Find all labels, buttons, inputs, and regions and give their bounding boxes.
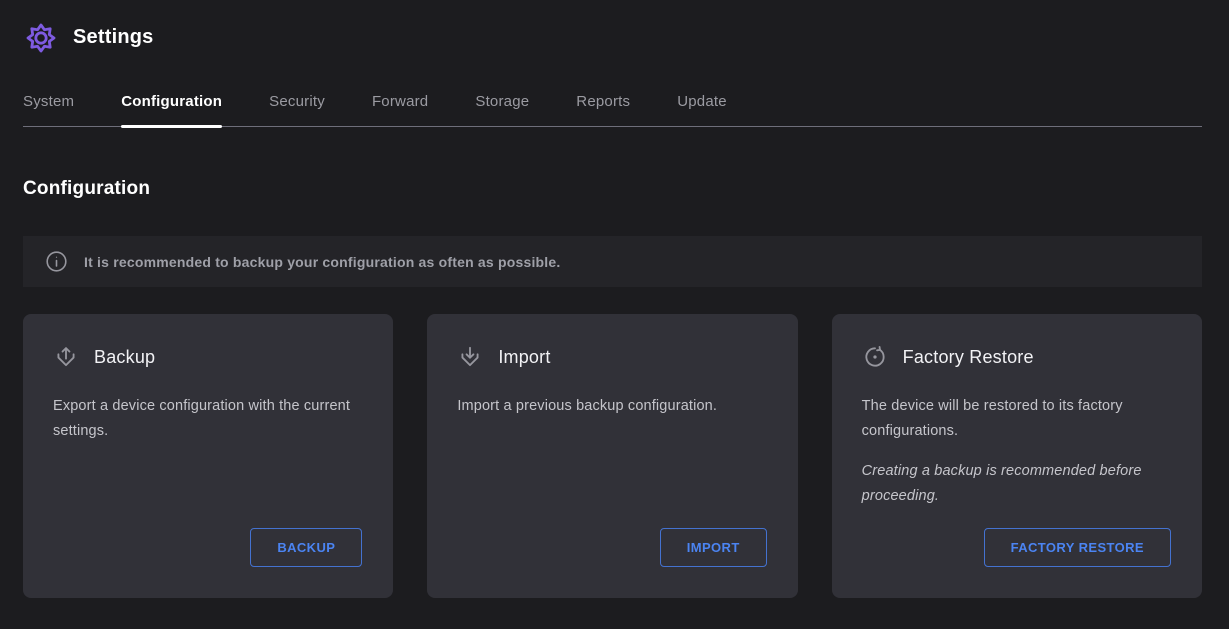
factory-restore-button[interactable]: FACTORY RESTORE: [984, 528, 1171, 567]
tab-storage[interactable]: Storage: [475, 83, 529, 126]
info-banner: It is recommended to backup your configu…: [23, 236, 1202, 287]
settings-page: Settings System Configuration Security F…: [0, 0, 1229, 598]
factory-restore-card-note: Creating a backup is recommended before …: [862, 459, 1172, 510]
factory-restore-card-description: The device will be restored to its facto…: [862, 394, 1172, 445]
settings-tab-bar: System Configuration Security Forward St…: [23, 83, 1202, 127]
factory-restore-card: Factory Restore The device will be resto…: [832, 314, 1202, 598]
tab-configuration[interactable]: Configuration: [121, 83, 222, 126]
section-heading: Configuration: [23, 178, 1202, 200]
import-card-title: Import: [498, 347, 550, 368]
import-card-description: Import a previous backup configuration.: [457, 394, 767, 419]
backup-card-title: Backup: [94, 347, 155, 368]
backup-card-header: Backup: [53, 344, 363, 370]
import-card-header: Import: [457, 344, 767, 370]
factory-restore-card-title: Factory Restore: [903, 347, 1034, 368]
import-button[interactable]: IMPORT: [660, 528, 767, 567]
tab-reports[interactable]: Reports: [576, 83, 630, 126]
tab-security[interactable]: Security: [269, 83, 325, 126]
card-grid: Backup Export a device configuration wit…: [23, 314, 1202, 598]
tab-update[interactable]: Update: [677, 83, 727, 126]
factory-restore-card-header: Factory Restore: [862, 344, 1172, 370]
import-card: Import Import a previous backup configur…: [427, 314, 797, 598]
download-icon: [457, 344, 483, 370]
backup-card-description: Export a device configuration with the c…: [53, 394, 363, 445]
tab-forward[interactable]: Forward: [372, 83, 428, 126]
backup-button[interactable]: BACKUP: [250, 528, 362, 567]
page-title: Settings: [73, 26, 154, 49]
restore-icon: [862, 344, 888, 370]
settings-gear-icon: [23, 20, 59, 56]
info-icon: [46, 251, 67, 272]
upload-icon: [53, 344, 79, 370]
info-banner-text: It is recommended to backup your configu…: [84, 254, 560, 270]
backup-card: Backup Export a device configuration wit…: [23, 314, 393, 598]
page-header: Settings: [23, 0, 1202, 62]
tab-system[interactable]: System: [23, 83, 74, 126]
